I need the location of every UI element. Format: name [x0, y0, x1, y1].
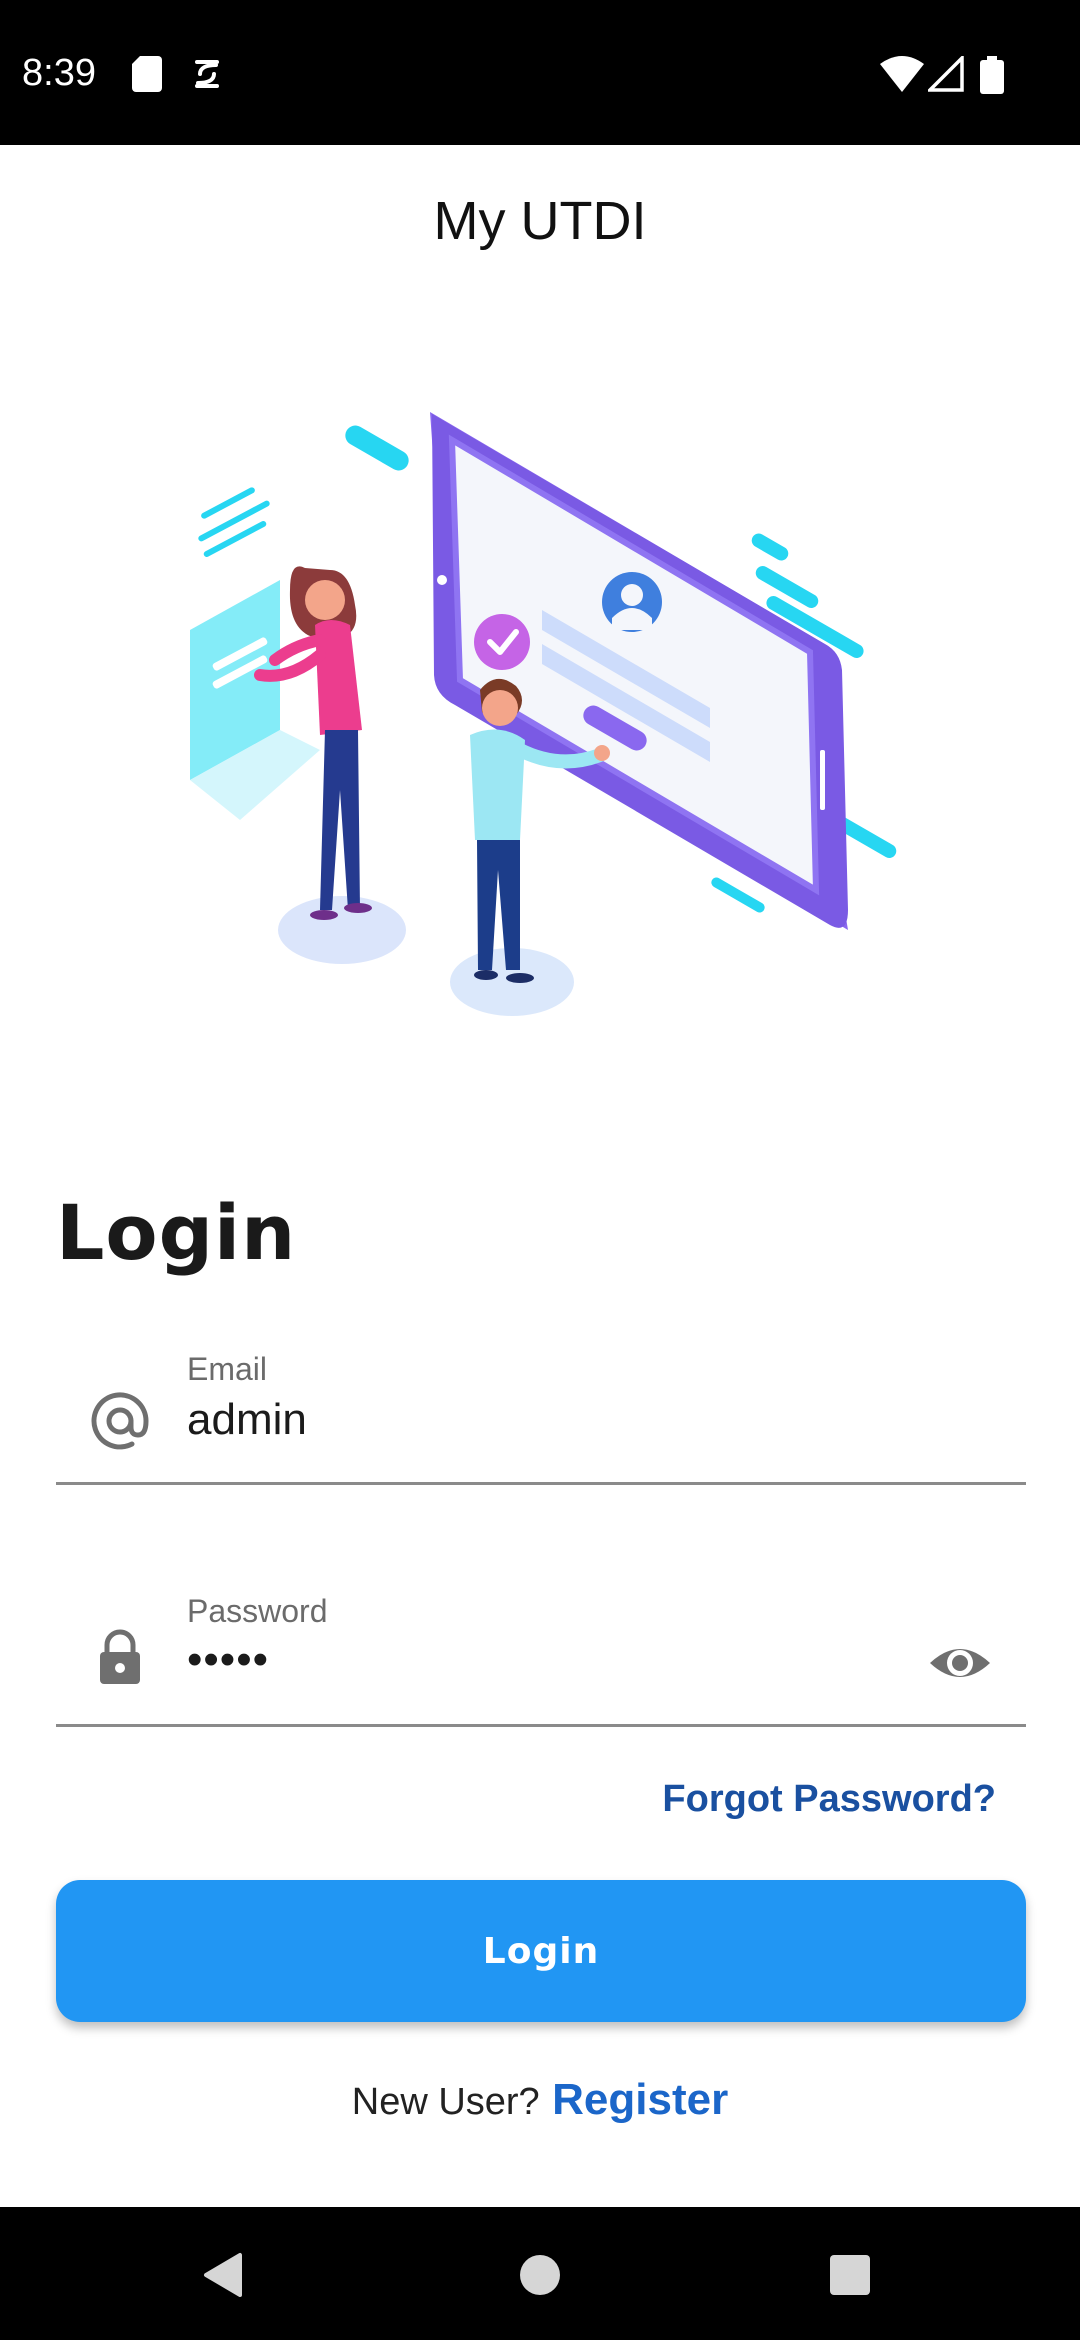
login-heading: Login [56, 1188, 297, 1277]
password-input[interactable]: ••••• [187, 1635, 927, 1685]
status-bar: 8:39 [0, 0, 1080, 145]
login-illustration [190, 412, 897, 1016]
app-title: My UTDI [433, 191, 647, 251]
login-button[interactable]: Login [56, 1880, 1026, 2022]
email-input[interactable]: admin [187, 1395, 927, 1445]
at-sign-icon [91, 1392, 149, 1450]
password-field[interactable]: Password ••••• [56, 1577, 1026, 1727]
eye-icon[interactable] [928, 1631, 992, 1695]
register-row: New User? Register [0, 2075, 1080, 2125]
login-button-label: Login [482, 1930, 600, 1972]
sync-icon [195, 60, 219, 88]
recents-square-icon[interactable] [820, 2245, 880, 2305]
sd-card-icon [132, 56, 162, 92]
email-field[interactable]: Email admin [56, 1335, 1026, 1485]
navigation-bar [0, 2207, 1080, 2340]
status-time: 8:39 [22, 52, 96, 94]
forgot-password-link[interactable]: Forgot Password? [662, 1778, 996, 1821]
wifi-icon [880, 56, 924, 92]
home-circle-icon[interactable] [510, 2245, 570, 2305]
battery-icon [980, 56, 1004, 94]
register-link[interactable]: Register [552, 2075, 728, 2124]
new-user-text: New User? [351, 2081, 540, 2123]
password-label: Password [187, 1593, 328, 1629]
lock-icon [100, 1629, 140, 1684]
email-label: Email [187, 1351, 268, 1387]
back-triangle-icon[interactable] [196, 2245, 256, 2305]
signal-icon [928, 56, 964, 92]
